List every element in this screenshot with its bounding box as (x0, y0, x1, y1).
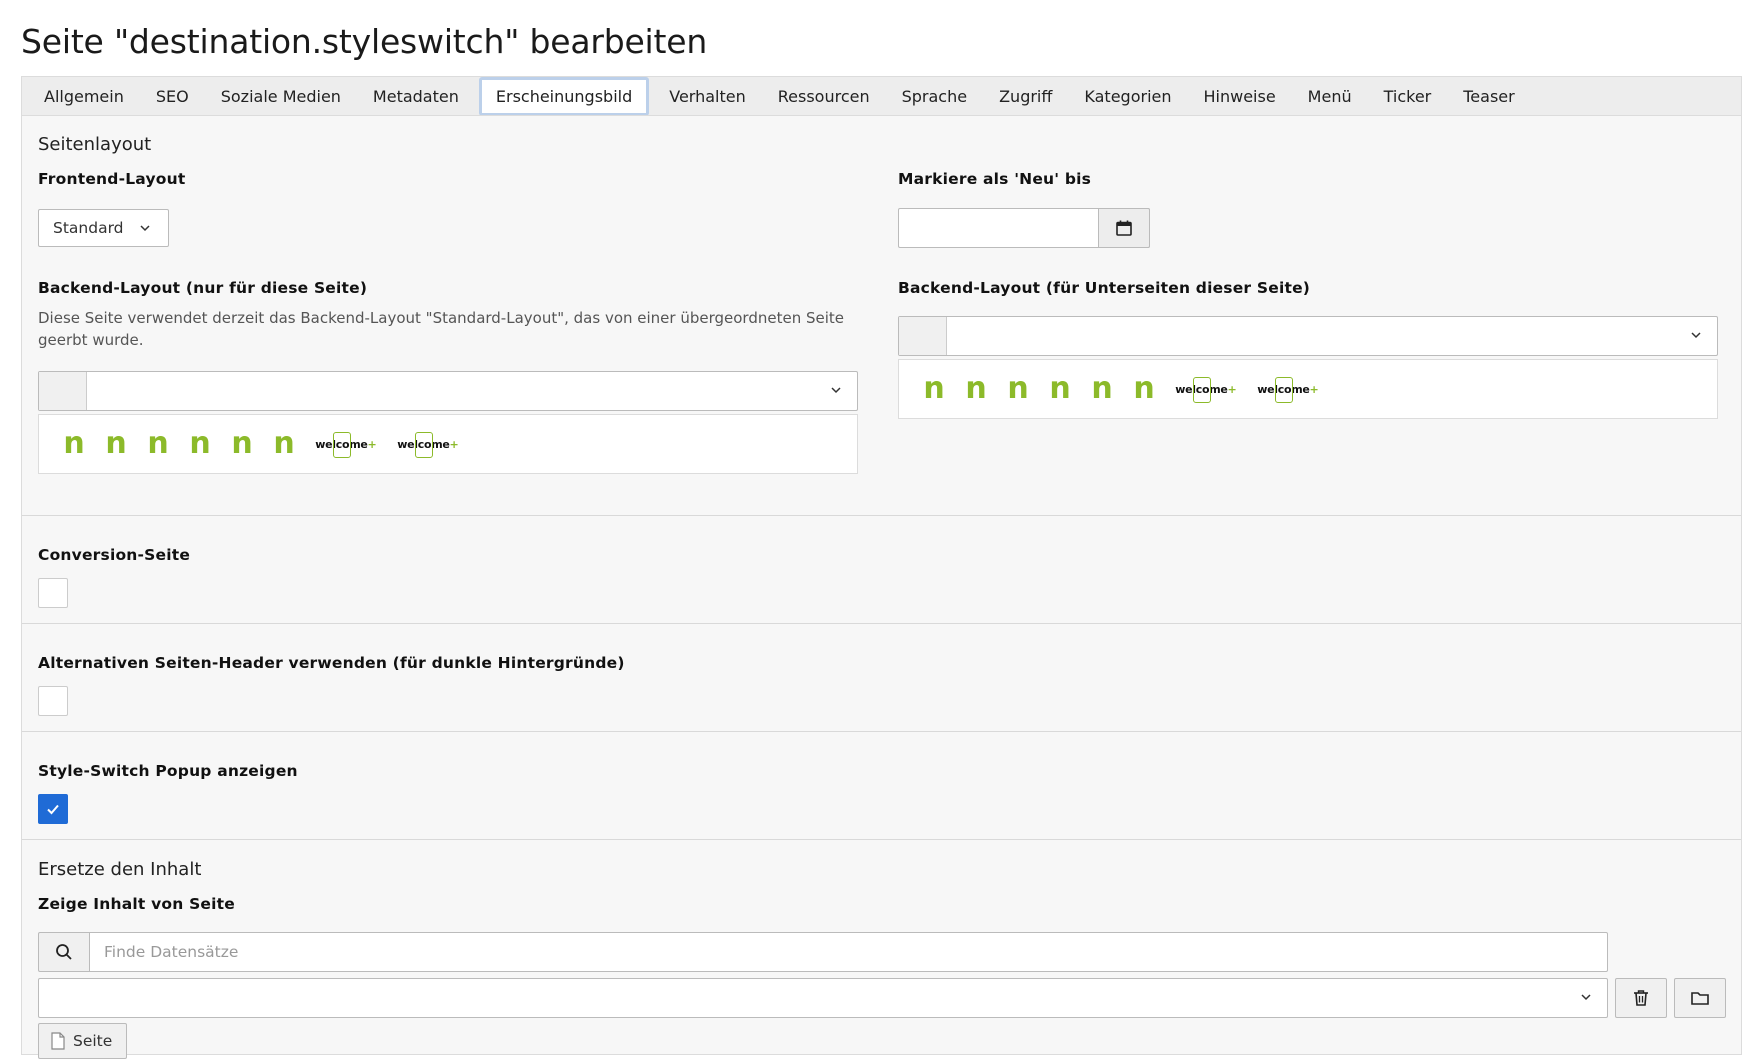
tab-ressourcen[interactable]: Ressourcen (762, 77, 886, 116)
tab-verhalten[interactable]: Verhalten (653, 77, 762, 116)
layout-thumb-welcome[interactable]: welcome + (305, 430, 387, 458)
tab-menue[interactable]: Menü (1292, 77, 1368, 116)
layout-thumb-n[interactable]: n (53, 429, 95, 459)
tab-soziale-medien[interactable]: Soziale Medien (205, 77, 357, 116)
backend-layout-this-label: Backend-Layout (nur für diese Seite) (38, 279, 368, 297)
delete-button[interactable] (1615, 978, 1667, 1018)
frontend-layout-select[interactable]: Standard (38, 209, 169, 247)
backend-layout-this-thumbnails: n n n n n n welcome + welcome + (38, 414, 858, 474)
layout-thumb-n[interactable]: n (1039, 374, 1081, 404)
section-heading-page-layout: Seitenlayout (38, 134, 152, 155)
style-switch-label: Style-Switch Popup anzeigen (38, 762, 298, 780)
show-content-label: Zeige Inhalt von Seite (38, 895, 235, 913)
tab-hinweise[interactable]: Hinweise (1188, 77, 1292, 116)
tab-sprache[interactable]: Sprache (886, 77, 983, 116)
layout-thumb-welcome[interactable]: welcome + (1247, 375, 1329, 403)
calendar-icon (1116, 220, 1132, 236)
chevron-down-icon (1691, 332, 1701, 339)
welcome-frame-icon (333, 432, 351, 458)
tab-allgemein[interactable]: Allgemein (28, 77, 140, 116)
page-record-label: Seite (73, 1032, 113, 1050)
browse-folder-button[interactable] (1674, 978, 1726, 1018)
layout-thumb-n[interactable]: n (1081, 374, 1123, 404)
welcome-frame-icon (415, 432, 433, 458)
layout-thumb-n[interactable]: n (263, 429, 305, 459)
alt-header-checkbox[interactable] (38, 686, 68, 716)
section-alt-header: Alternativen Seiten-Header verwenden (fü… (22, 624, 1741, 732)
chevron-down-icon (139, 225, 150, 232)
conversion-label: Conversion-Seite (38, 546, 191, 564)
conversion-checkbox[interactable] (38, 578, 68, 608)
layout-thumb-welcome[interactable]: welcome + (387, 430, 469, 458)
page-title: Seite "destination.styleswitch" bearbeit… (21, 22, 708, 61)
record-search-row (38, 932, 1608, 972)
content-page-select[interactable] (38, 978, 1608, 1018)
form-panel: Seitenlayout Frontend-Layout Standard Ma… (21, 115, 1742, 1059)
backend-layout-sub-select[interactable] (898, 316, 1718, 356)
style-switch-checkbox[interactable] (38, 794, 68, 824)
document-icon (51, 1032, 65, 1050)
layout-preview-swatch (899, 317, 947, 355)
layout-thumb-n[interactable]: n (913, 374, 955, 404)
section-conversion: Conversion-Seite (22, 516, 1741, 624)
tab-kategorien[interactable]: Kategorien (1068, 77, 1187, 116)
layout-thumb-n[interactable]: n (955, 374, 997, 404)
tab-zugriff[interactable]: Zugriff (983, 77, 1068, 116)
backend-layout-sub-label: Backend-Layout (für Unterseiten dieser S… (898, 279, 1311, 297)
layout-thumb-n[interactable]: n (137, 429, 179, 459)
backend-layout-description: Diese Seite verwendet derzeit das Backen… (38, 309, 845, 349)
backend-layout-this-select[interactable] (38, 371, 858, 411)
checkmark-icon (47, 804, 59, 815)
chevron-down-icon (1581, 994, 1591, 1001)
section-heading-replace-content: Ersetze den Inhalt (38, 859, 202, 880)
frontend-layout-value: Standard (53, 219, 124, 237)
layout-thumb-n[interactable]: n (95, 429, 137, 459)
search-icon (56, 944, 72, 960)
layout-thumb-n[interactable]: n (1123, 374, 1165, 404)
alt-header-label: Alternativen Seiten-Header verwenden (fü… (38, 654, 625, 672)
record-search-input[interactable] (89, 932, 1608, 972)
tab-metadaten[interactable]: Metadaten (357, 77, 475, 116)
welcome-frame-icon (1193, 377, 1211, 403)
folder-icon (1691, 992, 1709, 1005)
layout-thumb-n[interactable]: n (997, 374, 1039, 404)
chevron-down-icon (831, 387, 841, 394)
tab-ticker[interactable]: Ticker (1368, 77, 1448, 116)
page-record-button[interactable]: Seite (38, 1023, 128, 1059)
layout-thumb-n[interactable]: n (221, 429, 263, 459)
tab-bar: Allgemein SEO Soziale Medien Metadaten E… (21, 76, 1742, 116)
welcome-frame-icon (1275, 377, 1293, 403)
section-replace-content: Ersetze den Inhalt Zeige Inhalt von Seit… (22, 840, 1741, 1059)
calendar-button[interactable] (1098, 208, 1150, 248)
backend-layout-sub-thumbnails: n n n n n n welcome + welcome + (898, 359, 1718, 419)
search-button[interactable] (38, 932, 90, 972)
layout-thumb-welcome[interactable]: welcome + (1165, 375, 1247, 403)
trash-icon (1634, 990, 1648, 1006)
layout-thumb-n[interactable]: n (179, 429, 221, 459)
layout-preview-swatch (39, 372, 87, 410)
new-until-date-input[interactable] (898, 208, 1150, 248)
tab-seo[interactable]: SEO (140, 77, 205, 116)
section-page-layout: Seitenlayout Frontend-Layout Standard Ma… (22, 116, 1741, 516)
section-style-switch: Style-Switch Popup anzeigen (22, 732, 1741, 840)
new-until-label: Markiere als 'Neu' bis (898, 170, 1092, 188)
frontend-layout-label: Frontend-Layout (38, 170, 186, 188)
tab-teaser[interactable]: Teaser (1447, 77, 1530, 116)
tab-erscheinungsbild[interactable]: Erscheinungsbild (478, 77, 650, 116)
